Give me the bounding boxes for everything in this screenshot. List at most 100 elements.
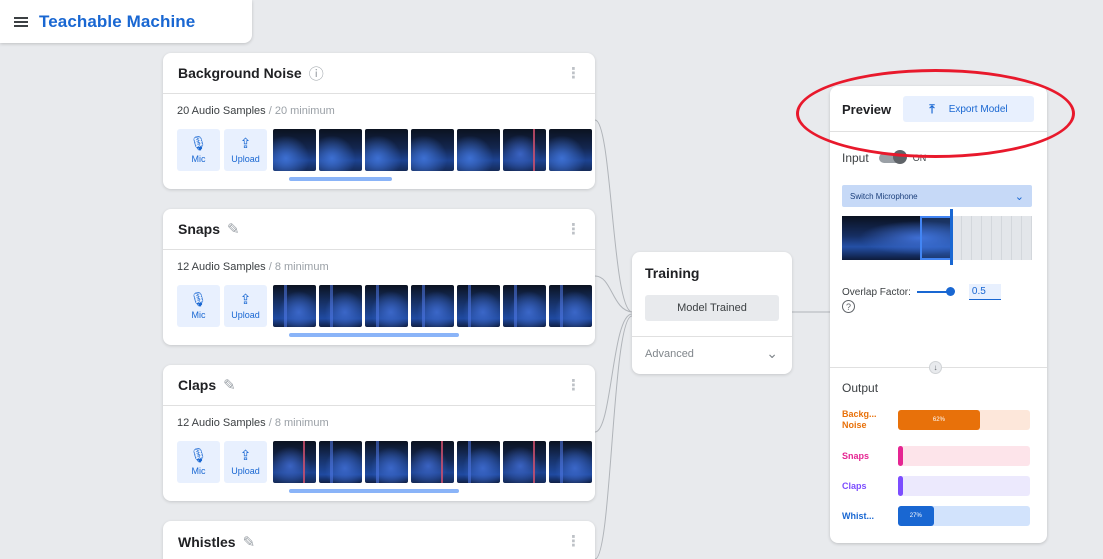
chevron-down-icon[interactable]: ⌄	[766, 345, 778, 362]
output-bar-track	[898, 476, 1030, 496]
mic-icon: 🎙	[189, 447, 208, 463]
sample-count-label: 20 Audio Samples / 20 minimum	[177, 105, 335, 117]
class-name[interactable]: Claps	[178, 377, 216, 393]
class-card-header: Background Noise ⓘ ⋮	[163, 53, 595, 94]
samples-scrollbar[interactable]	[289, 177, 392, 181]
sample-thumbnail[interactable]	[365, 441, 408, 483]
mic-button[interactable]: 🎙 Mic	[177, 285, 220, 327]
sample-thumbnail[interactable]	[273, 285, 316, 327]
output-label: Whist...	[842, 510, 874, 521]
slider-knob[interactable]	[945, 287, 955, 296]
sample-thumbnail[interactable]	[457, 285, 500, 327]
output-row-whistles: Whist... 27%	[842, 506, 1030, 526]
sample-thumbnail[interactable]	[365, 129, 408, 171]
mic-button[interactable]: 🎙 Mic	[177, 129, 220, 171]
sample-thumbnail[interactable]	[457, 129, 500, 171]
overlap-factor-label: Overlap Factor:	[842, 286, 911, 298]
export-model-button[interactable]: ⤒ Export Model	[903, 96, 1034, 122]
overlap-slider[interactable]	[916, 287, 955, 296]
pencil-icon[interactable]: ✎	[223, 376, 236, 394]
mic-button[interactable]: 🎙 Mic	[177, 441, 220, 483]
pencil-icon[interactable]: ✎	[243, 533, 256, 551]
input-toggle-row: Input ON	[842, 150, 927, 165]
sample-thumbnail[interactable]	[549, 285, 592, 327]
sample-thumbnail[interactable]	[319, 129, 362, 171]
sample-thumbnail[interactable]	[273, 129, 316, 171]
output-bar-fill: 27%	[898, 506, 934, 526]
class-name[interactable]: Snaps	[178, 221, 220, 237]
app-title[interactable]: Teachable Machine	[39, 12, 195, 32]
toggle-knob	[892, 150, 907, 164]
sample-thumbnails[interactable]	[273, 285, 595, 327]
preview-panel: Preview ⤒ Export Model Input ON Switch M…	[830, 86, 1047, 543]
divider	[632, 336, 792, 337]
microphone-select[interactable]: Switch Microphone ⌄	[842, 185, 1032, 207]
sample-thumbnail[interactable]	[273, 441, 316, 483]
class-card-header: Whistles ✎ ⋮	[163, 521, 595, 559]
sample-row: 🎙 Mic ⇪ Upload	[177, 129, 595, 171]
sample-thumbnail[interactable]	[549, 441, 592, 483]
upload-button[interactable]: ⇪ Upload	[224, 285, 267, 327]
menu-icon[interactable]	[14, 16, 28, 27]
output-bar-track: 27%	[898, 506, 1030, 526]
help-icon[interactable]: ⓘ	[309, 63, 324, 84]
help-icon[interactable]: ?	[842, 300, 855, 313]
class-card-body: 12 Audio Samples / 8 minimum 🎙 Mic ⇪ Uploa…	[163, 250, 595, 344]
sample-thumbnail[interactable]	[503, 285, 546, 327]
app-header: Teachable Machine	[0, 0, 252, 43]
output-bar-fill: 62%	[898, 410, 980, 430]
sample-row: 🎙 Mic ⇪ Upload	[177, 441, 595, 483]
advanced-toggle[interactable]: Advanced	[645, 348, 694, 360]
sample-thumbnails[interactable]	[273, 129, 595, 171]
analysis-window	[920, 216, 952, 260]
class-card-snaps: Snaps ✎ ⋮ 12 Audio Samples / 8 minimum 🎙…	[163, 209, 595, 345]
input-toggle[interactable]	[878, 150, 907, 164]
pencil-icon[interactable]: ✎	[227, 220, 240, 238]
more-options-icon[interactable]: ⋮	[566, 222, 581, 237]
sample-thumbnail[interactable]	[319, 285, 362, 327]
toggle-state: ON	[912, 153, 927, 163]
train-model-button[interactable]: Model Trained	[645, 295, 779, 321]
sample-thumbnails[interactable]	[273, 441, 595, 483]
sample-thumbnail[interactable]	[411, 129, 454, 171]
sample-thumbnail[interactable]	[411, 285, 454, 327]
output-label: Claps	[842, 480, 867, 491]
output-title: Output	[842, 381, 879, 395]
more-options-icon[interactable]: ⋮	[566, 66, 581, 81]
class-name[interactable]: Background Noise	[178, 65, 302, 81]
sample-count-label: 12 Audio Samples / 8 minimum	[177, 261, 329, 273]
sample-count-label: 12 Audio Samples / 8 minimum	[177, 417, 329, 429]
class-card-whistles: Whistles ✎ ⋮	[163, 521, 595, 559]
output-bar-fill	[898, 446, 904, 466]
overlap-value-input[interactable]: 0.5	[968, 284, 1001, 300]
arrow-down-icon: ↓	[929, 361, 942, 374]
more-options-icon[interactable]: ⋮	[566, 378, 581, 393]
overlap-factor-row: Overlap Factor: 0.5	[842, 284, 1001, 300]
samples-scrollbar[interactable]	[289, 333, 459, 337]
preview-title: Preview	[842, 102, 892, 117]
sample-thumbnail[interactable]	[503, 441, 546, 483]
output-row-snaps: Snaps	[842, 446, 1030, 466]
sample-thumbnail[interactable]	[365, 285, 408, 327]
upload-icon: ⇪	[239, 291, 252, 307]
class-name[interactable]: Whistles	[178, 534, 236, 550]
class-card-background-noise: Background Noise ⓘ ⋮ 20 Audio Samples / …	[163, 53, 595, 189]
sample-thumbnail[interactable]	[319, 441, 362, 483]
output-bar-track	[898, 446, 1030, 466]
playhead-line	[950, 209, 953, 265]
input-label: Input	[842, 151, 869, 165]
output-row-background-noise: Backg... Noise 62%	[842, 409, 1030, 431]
class-card-body: 20 Audio Samples / 20 minimum 🎙 Mic ⇪ Uplo…	[163, 94, 595, 188]
upload-button[interactable]: ⇪ Upload	[224, 441, 267, 483]
more-options-icon[interactable]: ⋮	[566, 534, 581, 549]
sample-thumbnail[interactable]	[457, 441, 500, 483]
upload-button[interactable]: ⇪ Upload	[224, 129, 267, 171]
class-card-header: Snaps ✎ ⋮	[163, 209, 595, 250]
sample-thumbnail[interactable]	[411, 441, 454, 483]
sample-row: 🎙 Mic ⇪ Upload	[177, 285, 595, 327]
preview-header: Preview ⤒ Export Model	[830, 86, 1047, 132]
sample-thumbnail[interactable]	[503, 129, 546, 171]
sample-thumbnail[interactable]	[549, 129, 592, 171]
output-bar-track: 62%	[898, 410, 1030, 430]
samples-scrollbar[interactable]	[289, 489, 459, 493]
